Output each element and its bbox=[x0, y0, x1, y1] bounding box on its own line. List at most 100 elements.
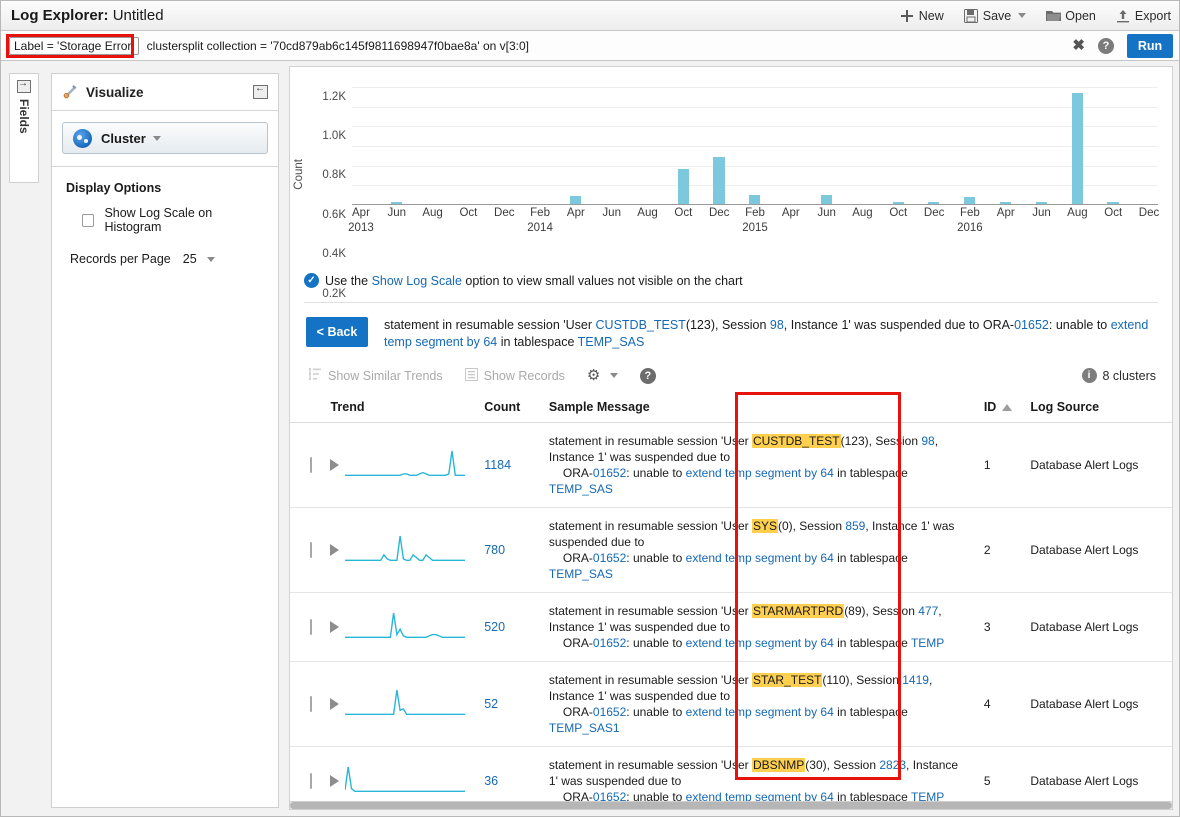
chart-bar[interactable] bbox=[964, 197, 975, 204]
show-records-button[interactable]: Show Records bbox=[465, 368, 565, 384]
breadcrumb-link[interactable]: 01652 bbox=[1014, 318, 1049, 332]
gear-icon[interactable]: ⚙ bbox=[587, 368, 602, 383]
col-id[interactable]: ID bbox=[984, 394, 1031, 423]
row-checkbox[interactable] bbox=[310, 457, 312, 473]
message-link[interactable]: TEMP_SAS bbox=[549, 567, 613, 581]
message-link[interactable]: 01652 bbox=[593, 705, 626, 719]
message-link[interactable]: 2823 bbox=[879, 758, 906, 772]
table-row[interactable]: 52statement in resumable session 'User S… bbox=[290, 662, 1172, 747]
table-row[interactable]: 1184statement in resumable session 'User… bbox=[290, 423, 1172, 508]
horizontal-scrollbar[interactable] bbox=[289, 801, 1173, 810]
col-sample-message[interactable]: Sample Message bbox=[549, 394, 984, 423]
message-link[interactable]: TEMP bbox=[911, 636, 944, 650]
back-button[interactable]: < Back bbox=[306, 317, 368, 347]
chart-plot-area[interactable]: 0.2K0.4K0.6K0.8K1.0K1.2K bbox=[352, 77, 1158, 205]
row-checkbox[interactable] bbox=[310, 542, 312, 558]
chart-bar[interactable] bbox=[1036, 202, 1047, 204]
cluster-dropdown[interactable]: Cluster bbox=[62, 122, 268, 154]
row-trend-cell bbox=[330, 747, 484, 809]
chart-bar[interactable] bbox=[678, 169, 689, 204]
row-count-value[interactable]: 52 bbox=[484, 697, 498, 711]
page-title-name: Untitled bbox=[113, 7, 164, 24]
chart-x-year-label: 2015 bbox=[742, 222, 768, 234]
message-link[interactable]: 01652 bbox=[593, 551, 626, 565]
show-log-scale-link[interactable]: Show Log Scale bbox=[372, 274, 462, 288]
expand-right-icon[interactable] bbox=[17, 80, 31, 93]
chart-bar[interactable] bbox=[1000, 202, 1011, 204]
message-link[interactable]: 1419 bbox=[902, 673, 929, 687]
table-row[interactable]: 780statement in resumable session 'User … bbox=[290, 508, 1172, 593]
expand-row-triangle-icon[interactable] bbox=[330, 775, 339, 787]
chevron-down-icon[interactable] bbox=[207, 257, 215, 262]
breadcrumb-link[interactable]: 98 bbox=[770, 318, 784, 332]
chevron-down-icon[interactable] bbox=[1018, 13, 1026, 18]
collapse-left-icon[interactable] bbox=[253, 85, 268, 99]
row-count-value[interactable]: 36 bbox=[484, 774, 498, 788]
chart-x-tick-label: Feb bbox=[530, 207, 550, 219]
message-link[interactable]: 859 bbox=[845, 519, 865, 533]
row-count-value[interactable]: 780 bbox=[484, 543, 505, 557]
table-row[interactable]: 36statement in resumable session 'User D… bbox=[290, 747, 1172, 809]
breadcrumb-link[interactable]: CUSTDB_TEST bbox=[596, 318, 686, 332]
row-count-value[interactable]: 1184 bbox=[484, 458, 511, 472]
hint-suffix: option to view small values not visible … bbox=[462, 274, 743, 288]
open-button-label: Open bbox=[1065, 9, 1096, 23]
help-circle-icon[interactable]: ? bbox=[640, 368, 656, 384]
col-log-source[interactable]: Log Source bbox=[1030, 394, 1172, 423]
run-button[interactable]: Run bbox=[1127, 34, 1173, 58]
chart-bar[interactable] bbox=[570, 196, 581, 204]
chart-bar[interactable] bbox=[391, 202, 402, 204]
chart-bar[interactable] bbox=[749, 195, 760, 204]
row-checkbox[interactable] bbox=[310, 619, 312, 635]
message-link[interactable]: 98 bbox=[921, 434, 934, 448]
message-link[interactable]: TEMP_SAS bbox=[549, 482, 613, 496]
col-count[interactable]: Count bbox=[484, 394, 549, 423]
message-link[interactable]: extend temp segment by 64 bbox=[686, 705, 834, 719]
records-per-page-select[interactable]: 25 bbox=[183, 252, 215, 266]
query-label-chip[interactable]: Label = 'Storage Error' bbox=[9, 37, 139, 55]
message-link[interactable]: 01652 bbox=[593, 466, 626, 480]
export-button[interactable]: Export bbox=[1116, 9, 1171, 23]
message-link[interactable]: 477 bbox=[918, 604, 938, 618]
row-message-cell: statement in resumable session 'User STA… bbox=[549, 593, 984, 662]
expand-row-triangle-icon[interactable] bbox=[330, 621, 339, 633]
chart-bar[interactable] bbox=[1107, 202, 1118, 204]
chart-bar[interactable] bbox=[821, 195, 832, 204]
query-expression[interactable]: clustersplit collection = '70cd879ab6c14… bbox=[147, 39, 529, 53]
show-log-scale-checkbox[interactable] bbox=[82, 214, 94, 227]
chart-gridline: 0.8K bbox=[352, 126, 1158, 127]
row-checkbox[interactable] bbox=[310, 696, 312, 712]
open-button[interactable]: Open bbox=[1046, 9, 1096, 23]
help-circle-icon[interactable]: ? bbox=[1098, 38, 1114, 54]
chart-gridline: 1.0K bbox=[352, 107, 1158, 108]
chart-bar[interactable] bbox=[928, 202, 939, 204]
chart-bar[interactable] bbox=[1072, 93, 1083, 204]
row-message-text: statement in resumable session 'User STA… bbox=[549, 603, 970, 651]
message-link[interactable]: TEMP_SAS1 bbox=[549, 721, 620, 735]
message-link[interactable]: extend temp segment by 64 bbox=[686, 551, 834, 565]
col-trend[interactable]: Trend bbox=[330, 394, 484, 423]
expand-row-triangle-icon[interactable] bbox=[330, 698, 339, 710]
table-row[interactable]: 520 statement in resumable session 'User … bbox=[290, 593, 1172, 662]
save-button[interactable]: Save bbox=[964, 9, 1027, 23]
message-link[interactable]: 01652 bbox=[593, 636, 626, 650]
expand-row-triangle-icon[interactable] bbox=[330, 459, 339, 471]
new-button[interactable]: New bbox=[900, 9, 944, 23]
message-link[interactable]: extend temp segment by 64 bbox=[686, 466, 834, 480]
expand-row-triangle-icon[interactable] bbox=[330, 544, 339, 556]
chart-bar[interactable] bbox=[893, 202, 904, 204]
chart-bar[interactable] bbox=[713, 157, 724, 204]
breadcrumb-link[interactable]: TEMP_SAS bbox=[578, 335, 645, 349]
chart-x-tick-label: Aug bbox=[1067, 207, 1087, 219]
show-similar-trends-button[interactable]: Show Similar Trends bbox=[308, 367, 443, 384]
scrollbar-thumb[interactable] bbox=[290, 802, 1172, 809]
chevron-down-icon[interactable] bbox=[610, 373, 618, 378]
display-options-section: Display Options Show Log Scale on Histog… bbox=[52, 167, 278, 280]
row-checkbox[interactable] bbox=[310, 773, 312, 789]
close-x-icon[interactable]: ✖ bbox=[1072, 38, 1085, 53]
log-scale-option-row[interactable]: Show Log Scale on Histogram bbox=[82, 206, 264, 234]
message-link[interactable]: extend temp segment by 64 bbox=[686, 636, 834, 650]
chevron-down-icon[interactable] bbox=[153, 136, 161, 141]
row-count-value[interactable]: 520 bbox=[484, 620, 505, 634]
fields-rail[interactable]: Fields bbox=[9, 73, 39, 183]
